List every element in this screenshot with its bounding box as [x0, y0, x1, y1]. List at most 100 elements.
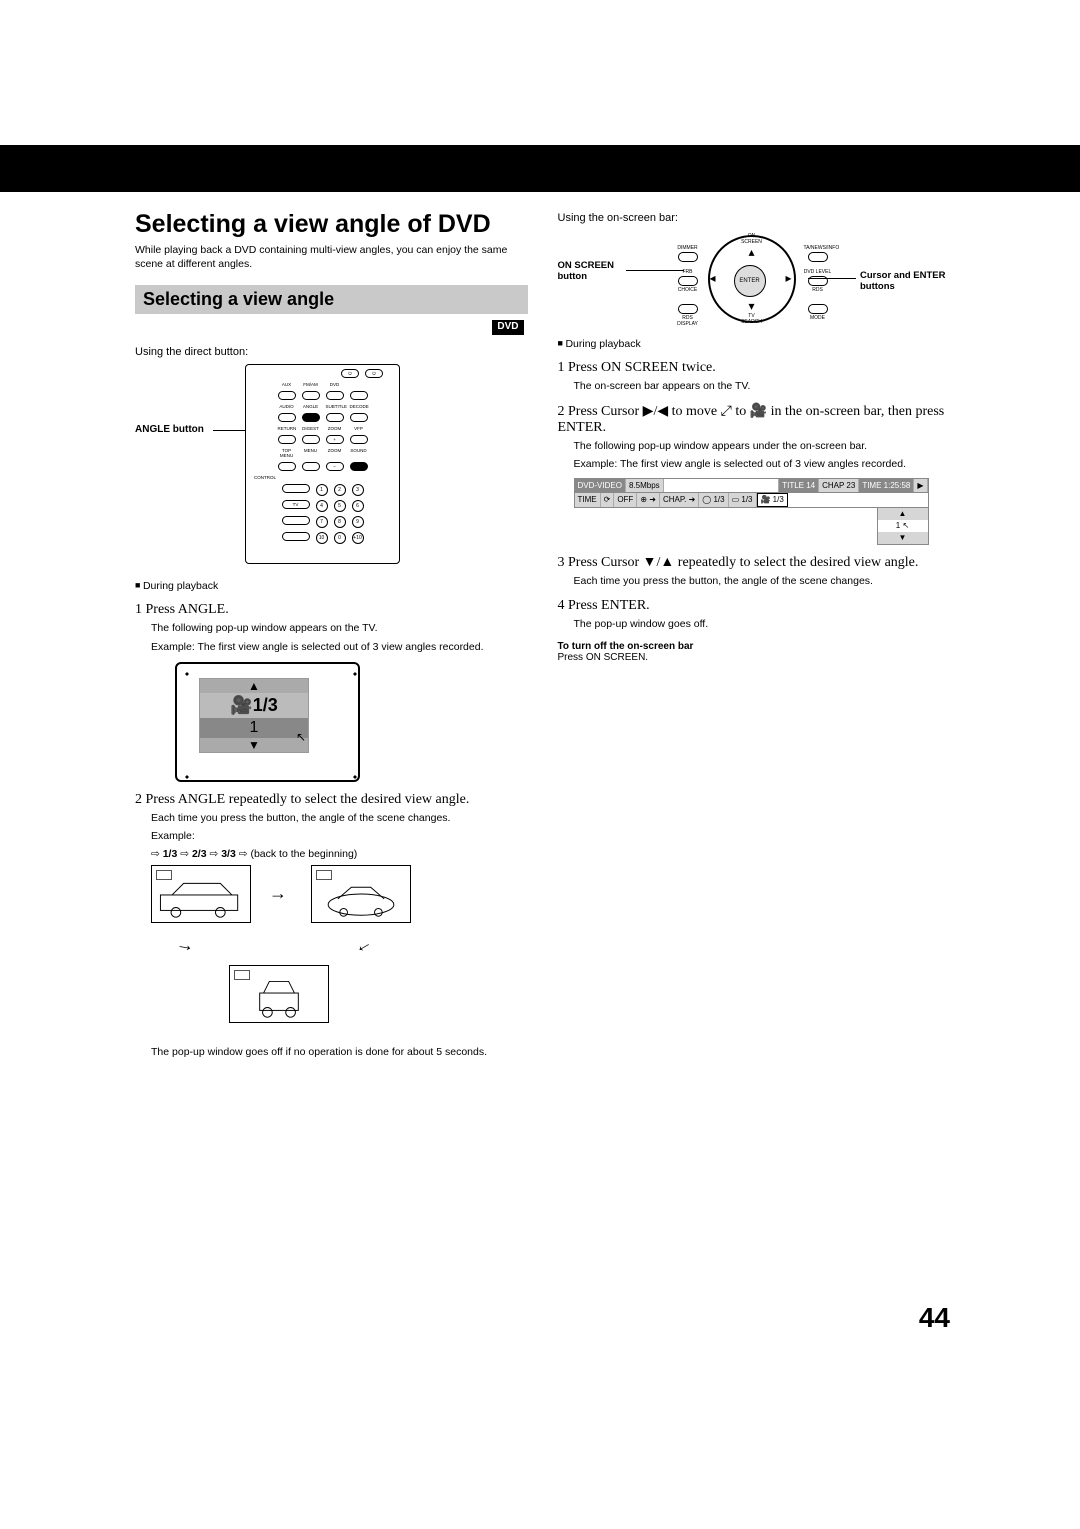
page-title: Selecting a view angle of DVD — [135, 210, 528, 239]
power-icon: ⏻ — [365, 369, 383, 378]
dpad-side-label: RDS — [804, 287, 832, 293]
left-step2-heading: 2 Press ANGLE repeatedly to select the d… — [135, 792, 528, 808]
left-step2-sequence: ⇨ 1/3 ⇨ 2/3 ⇨ 3/3 ⇨ (back to the beginni… — [151, 847, 528, 861]
triangle-left-icon: ◂ — [710, 271, 716, 285]
enter-button-graphic: ENTER — [734, 265, 766, 297]
arrow-icon: ↑ — [352, 939, 375, 957]
osbar-cell: TITLE 14 — [779, 479, 819, 492]
onscreen-bar-graphic: DVD-VIDEO 8.5Mbps TITLE 14 CHAP 23 TIME … — [574, 478, 929, 545]
right-step1-body: The on-screen bar appears on the TV. — [574, 379, 951, 393]
osbar-cell: ▭ 1/3 — [729, 493, 757, 507]
osbar-angle-cell: 🎥 1/3 — [757, 493, 788, 507]
dpad-graphic: ENTER ON SCREEN ▴ ▾ TV SEARCH ◂ ▸ DIMMER… — [678, 235, 828, 323]
during-playback-label: During playback — [558, 338, 951, 350]
right-step1-heading: 1 Press ON SCREEN twice. — [558, 360, 951, 376]
osbar-cell: CHAP 23 — [819, 479, 859, 492]
triangle-down-icon: ▾ — [738, 299, 766, 313]
using-osd-label: Using the on-screen bar: — [558, 212, 951, 224]
remote-label: AUDIO — [278, 404, 296, 409]
dpad-bottom-label: TV SEARCH — [738, 313, 766, 325]
right-step4-body: The pop-up window goes off. — [574, 617, 951, 631]
angle-view-3 — [229, 965, 329, 1023]
triangle-down-icon: ▼ — [200, 738, 308, 752]
dpad-side-label: TA/NEWS/INFO — [804, 245, 832, 251]
remote-label: DIGEST — [302, 426, 320, 431]
camera-icon: 🎥 — [750, 404, 767, 419]
remote-num: 0 — [334, 532, 346, 544]
left-column: Selecting a view angle of DVD While play… — [135, 210, 528, 1063]
example-lead: Example: — [151, 641, 195, 653]
remote-label: RETURN — [278, 426, 296, 431]
cursor-pointer-icon: ⤢ — [721, 404, 732, 419]
angle-view-2 — [311, 865, 411, 923]
osbar-repeat-icon: ⟳ — [601, 493, 615, 507]
left-step2-example-lead: Example: — [151, 829, 528, 843]
remote-label — [350, 382, 368, 387]
triangle-up-icon: ▲ — [878, 508, 928, 520]
right-step3-body: Each time you press the button, the angl… — [574, 574, 951, 588]
remote-label: AUX — [278, 382, 296, 387]
remote-num: 5 — [334, 500, 346, 512]
example-lead: Example: — [574, 458, 618, 470]
right-column: Using the on-screen bar: ON SCREEN butto… — [558, 210, 951, 1063]
left-step1-example: Example: The first view angle is selecte… — [151, 640, 528, 654]
remote-label: TOP MENU — [278, 448, 296, 458]
remote-num: 6 — [352, 500, 364, 512]
remote-control-graphic: ⏻ ⏻ AUX FM/AM DVD AUDIO ANGLE SUBTITLE D… — [245, 364, 400, 564]
dpad-top-label: ON SCREEN — [738, 233, 766, 245]
left-step1-body: The following pop-up window appears on t… — [151, 621, 528, 635]
dpad-diagram: ON SCREEN button Cursor and ENTER button… — [558, 230, 951, 330]
onscreen-button-callout: ON SCREEN button — [558, 260, 628, 282]
page-content: Selecting a view angle of DVD While play… — [135, 210, 950, 1063]
remote-num: 2 — [334, 484, 346, 496]
tv-popup-diagram: ▲ 🎥1/3 1 ▼ ↖ — [175, 662, 360, 782]
osbar-cell: OFF — [614, 493, 637, 507]
remote-num: 3 — [352, 484, 364, 496]
angle-view-1 — [151, 865, 251, 923]
triangle-left-icon: ◀ — [657, 404, 668, 419]
remote-num: 7 — [316, 516, 328, 528]
right-step4-heading: 4 Press ENTER. — [558, 598, 951, 614]
remote-num: 8 — [334, 516, 346, 528]
remote-label: SOUND — [350, 448, 368, 458]
osbar-cell: ⊕ ➜ — [637, 493, 660, 507]
cursor-enter-callout: Cursor and ENTER buttons — [860, 270, 950, 292]
triangle-right-icon: ▶ — [643, 404, 654, 419]
left-step1-heading: 1 Press ANGLE. — [135, 602, 528, 618]
power-icon: ⏻ — [341, 369, 359, 378]
right-step2-body: The following pop-up window appears unde… — [574, 439, 951, 453]
dpad-side-label: FRB — [674, 269, 702, 275]
example-text: The first view angle is selected out of … — [198, 641, 484, 653]
arrow-icon: ↑ — [174, 941, 196, 954]
right-step3-heading: 3 Press Cursor ▼/▲ repeatedly to select … — [558, 555, 951, 571]
dpad-side-label: DIMMER — [674, 245, 702, 251]
osbar-play-icon: ▶ — [914, 479, 927, 492]
osbar-cell: CHAP. ➜ — [660, 493, 699, 507]
osbar-cell: ◯ 1/3 — [699, 493, 728, 507]
remote-num: 1 — [316, 484, 328, 496]
remote-label: SUBTITLE — [326, 404, 344, 409]
osbar-cell: TIME 1:25:58 — [859, 479, 914, 492]
triangle-up-icon: ▴ — [738, 245, 766, 259]
triangle-up-icon: ▲ — [200, 679, 308, 693]
page-number: 44 — [919, 1302, 950, 1334]
left-step2-note: The pop-up window goes off if no operati… — [151, 1045, 528, 1059]
remote-label: MENU — [302, 448, 320, 458]
right-step2-example: Example: The first view angle is selecte… — [574, 457, 951, 471]
remote-label: CONTROL — [254, 475, 272, 480]
remote-num: 9 — [352, 516, 364, 528]
remote-label: ZOOM — [326, 448, 344, 458]
triangle-down-icon: ▼ — [878, 532, 928, 544]
dvd-badge: DVD — [492, 320, 523, 335]
example-text: The first view angle is selected out of … — [620, 458, 906, 470]
remote-label: ZOOM — [326, 426, 344, 431]
triangle-up-icon: ▲ — [660, 555, 674, 570]
remote-label: FM/AM — [302, 382, 320, 387]
dpad-side-label: RDS DISPLAY — [674, 315, 702, 327]
cursor-pointer-icon: ↖ — [296, 730, 306, 744]
osbar-cell: 8.5Mbps — [626, 479, 664, 492]
using-direct-button-label: Using the direct button: — [135, 346, 528, 358]
angle-change-illustration: → ↑ ↑ — [151, 865, 411, 1045]
dpad-side-label: CHOICE — [674, 287, 702, 293]
angle-button-callout: ANGLE button — [135, 424, 204, 435]
